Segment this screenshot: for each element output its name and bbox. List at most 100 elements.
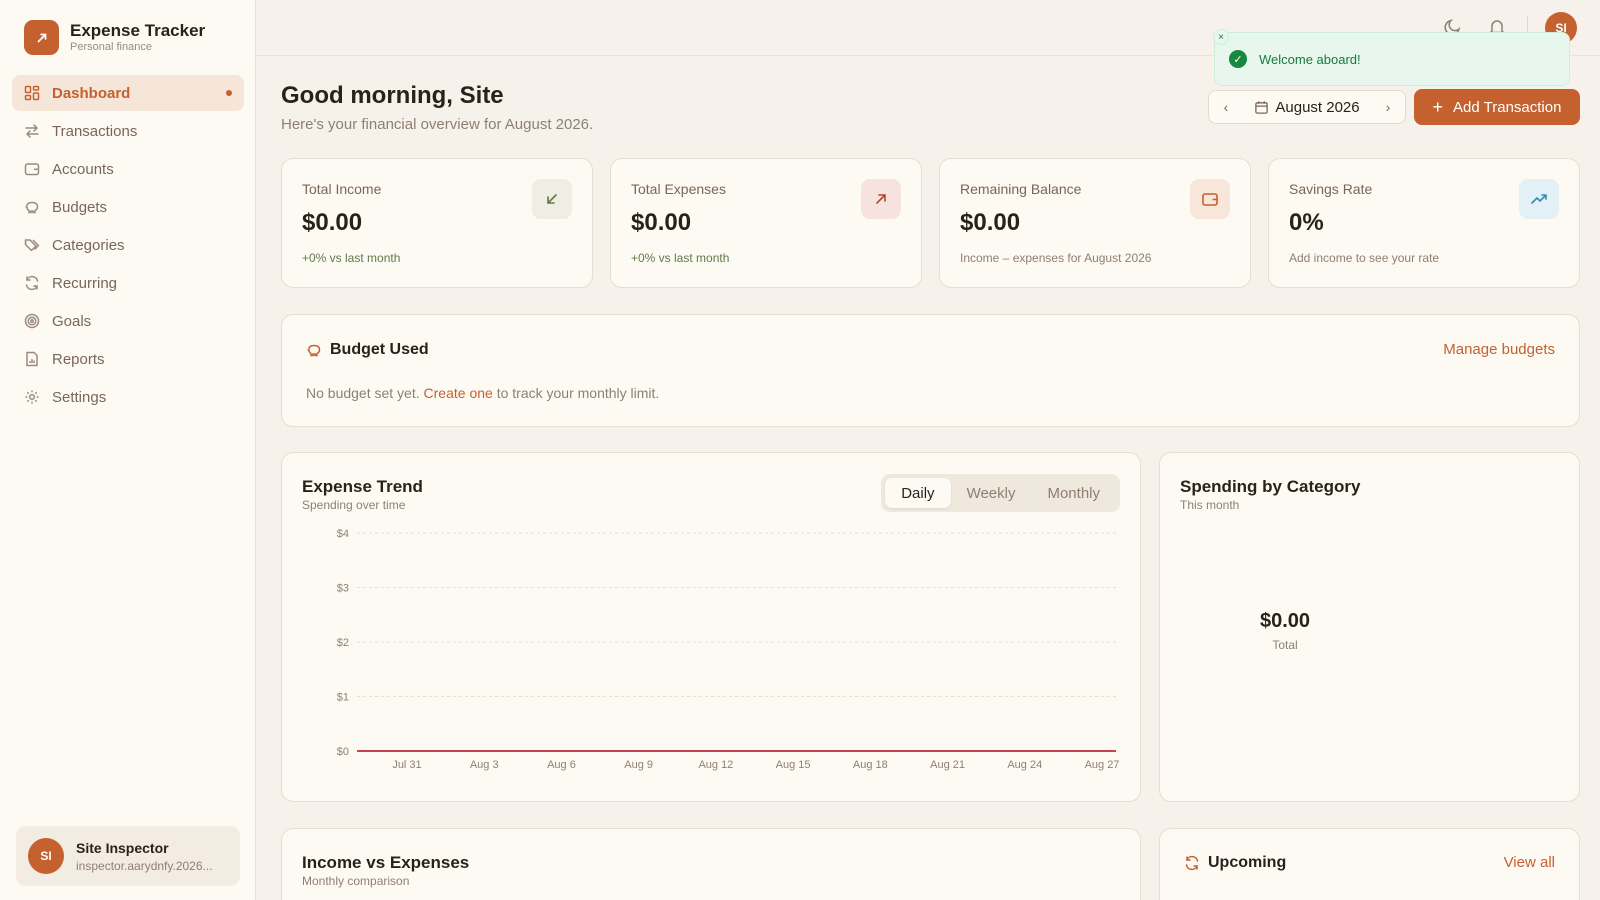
plus-icon: +	[1432, 97, 1444, 117]
budget-card: Budget Used Manage budgets No budget set…	[281, 314, 1580, 427]
page-title: Good morning, Site	[281, 82, 504, 109]
create-budget-link[interactable]: Create one	[424, 385, 493, 401]
card-title: Income vs Expenses	[302, 853, 470, 872]
month-picker: ‹ August 2026 ›	[1208, 90, 1406, 124]
manage-budgets-link[interactable]: Manage budgets	[1443, 341, 1555, 358]
y-tick-label: $3	[337, 583, 349, 595]
user-name: Site Inspector	[76, 839, 169, 856]
toast-message: Welcome aboard!	[1259, 51, 1361, 67]
piggy-bank-icon	[307, 344, 321, 357]
sidebar-item-goals[interactable]: Goals	[12, 303, 244, 339]
toast-notification: × ✓ Welcome aboard!	[1213, 29, 1570, 86]
add-transaction-label: Add Transaction	[1453, 98, 1562, 116]
stat-label: Total Expenses	[631, 181, 726, 197]
stat-note: +0% vs last month	[631, 251, 730, 265]
avatar: SI	[28, 838, 64, 874]
stat-card-expenses: Total Expenses $0.00 +0% vs last month	[610, 158, 922, 288]
sidebar-item-label: Transactions	[52, 122, 138, 140]
wallet-icon	[1190, 179, 1230, 219]
tags-icon	[24, 239, 40, 252]
check-icon: ✓	[1229, 50, 1247, 68]
stat-note: +0% vs last month	[302, 251, 401, 265]
spending-by-category-card: Spending by Category This month $0.00 To…	[1159, 452, 1580, 802]
sidebar-item-accounts[interactable]: Accounts	[12, 151, 244, 187]
piggy-bank-icon	[25, 201, 39, 214]
category-total-label: Total	[1272, 638, 1298, 652]
budget-msg-after: to track your monthly limit.	[496, 385, 660, 401]
sidebar-nav: Dashboard Transactions Accounts Budgets …	[12, 75, 244, 417]
view-all-link[interactable]: View all	[1504, 854, 1555, 871]
sidebar-item-label: Settings	[52, 388, 107, 406]
x-tick-label: Aug 27	[1085, 759, 1120, 771]
stat-note: Add income to see your rate	[1289, 251, 1440, 265]
budget-message: No budget set yet. Create one to track y…	[306, 385, 659, 401]
budget-title: Budget Used	[306, 341, 429, 359]
chevron-right-icon[interactable]: ›	[1371, 99, 1405, 115]
user-email: inspector.aarydnfy.2026...	[76, 858, 213, 873]
arrow-up-right-icon	[861, 179, 901, 219]
stat-value: $0.00	[960, 209, 1021, 236]
x-tick-label: Aug 6	[547, 759, 576, 771]
close-icon[interactable]: ×	[1213, 29, 1229, 45]
stat-card-balance: Remaining Balance $0.00 Income – expense…	[939, 158, 1251, 288]
dashboard-icon	[24, 85, 40, 101]
upcoming-title-text: Upcoming	[1208, 854, 1287, 871]
budget-msg-before: No budget set yet.	[306, 385, 420, 401]
sidebar-item-transactions[interactable]: Transactions	[12, 113, 244, 149]
x-tick-label: Aug 9	[624, 759, 653, 771]
report-icon	[26, 351, 38, 367]
y-tick-label: $1	[337, 692, 349, 704]
stat-label: Total Income	[302, 181, 382, 197]
brand-title: Expense Tracker	[70, 21, 206, 40]
x-tick-label: Aug 3	[470, 759, 499, 771]
x-tick-label: Jul 31	[392, 759, 421, 771]
expense-trend-card: Expense Trend Spending over time Daily W…	[281, 452, 1141, 802]
x-tick-label: Aug 18	[853, 759, 888, 771]
sidebar-item-label: Goals	[52, 312, 92, 330]
x-tick-label: Aug 15	[776, 759, 811, 771]
calendar-icon	[1255, 100, 1269, 114]
stat-value: $0.00	[631, 209, 692, 236]
y-tick-label: $4	[337, 528, 349, 540]
wallet-icon	[24, 163, 40, 176]
chevron-left-icon[interactable]: ‹	[1209, 99, 1243, 115]
sidebar-item-label: Budgets	[52, 198, 108, 216]
x-tick-label: Aug 12	[698, 759, 733, 771]
stat-label: Remaining Balance	[960, 181, 1082, 197]
sidebar-item-label: Reports	[52, 350, 105, 368]
sidebar-item-label: Categories	[52, 236, 125, 254]
refresh-icon	[1185, 855, 1199, 871]
brand[interactable]: Expense Tracker Personal finance	[24, 20, 205, 55]
refresh-icon	[25, 275, 39, 291]
target-icon	[24, 313, 40, 329]
sidebar-item-reports[interactable]: Reports	[12, 341, 244, 377]
stat-value: $0.00	[302, 209, 363, 236]
x-tick-label: Aug 21	[930, 759, 965, 771]
card-title: Spending by Category	[1180, 477, 1361, 496]
stat-card-savings: Savings Rate 0% Add income to see your r…	[1268, 158, 1580, 288]
sidebar-item-label: Recurring	[52, 274, 118, 292]
sidebar-item-budgets[interactable]: Budgets	[12, 189, 244, 225]
sidebar-item-recurring[interactable]: Recurring	[12, 265, 244, 301]
month-selector[interactable]: August 2026	[1243, 99, 1371, 116]
trending-up-icon	[1519, 179, 1559, 219]
user-card[interactable]: SI Site Inspector inspector.aarydnfy.202…	[16, 826, 240, 886]
arrow-down-left-icon	[532, 179, 572, 219]
y-tick-label: $2	[337, 637, 349, 649]
stat-label: Savings Rate	[1289, 181, 1373, 197]
stat-card-income: Total Income $0.00 +0% vs last month	[281, 158, 593, 288]
sidebar-item-label: Dashboard	[52, 84, 131, 102]
sidebar-item-dashboard[interactable]: Dashboard	[12, 75, 244, 111]
y-tick-label: $0	[337, 746, 349, 758]
upcoming-title: Upcoming	[1184, 854, 1286, 872]
income-vs-expenses-card: Income vs Expenses Monthly comparison	[281, 828, 1141, 900]
sidebar: Expense Tracker Personal finance Dashboa…	[0, 0, 256, 900]
upcoming-card: Upcoming View all	[1159, 828, 1580, 900]
x-tick-label: Aug 24	[1007, 759, 1042, 771]
add-transaction-button[interactable]: + Add Transaction	[1414, 89, 1580, 125]
page-subtitle: Here's your financial overview for Augus…	[281, 116, 594, 133]
sidebar-item-categories[interactable]: Categories	[12, 227, 244, 263]
sidebar-item-settings[interactable]: Settings	[12, 379, 244, 415]
budget-title-text: Budget Used	[330, 341, 429, 358]
active-indicator	[226, 90, 232, 96]
